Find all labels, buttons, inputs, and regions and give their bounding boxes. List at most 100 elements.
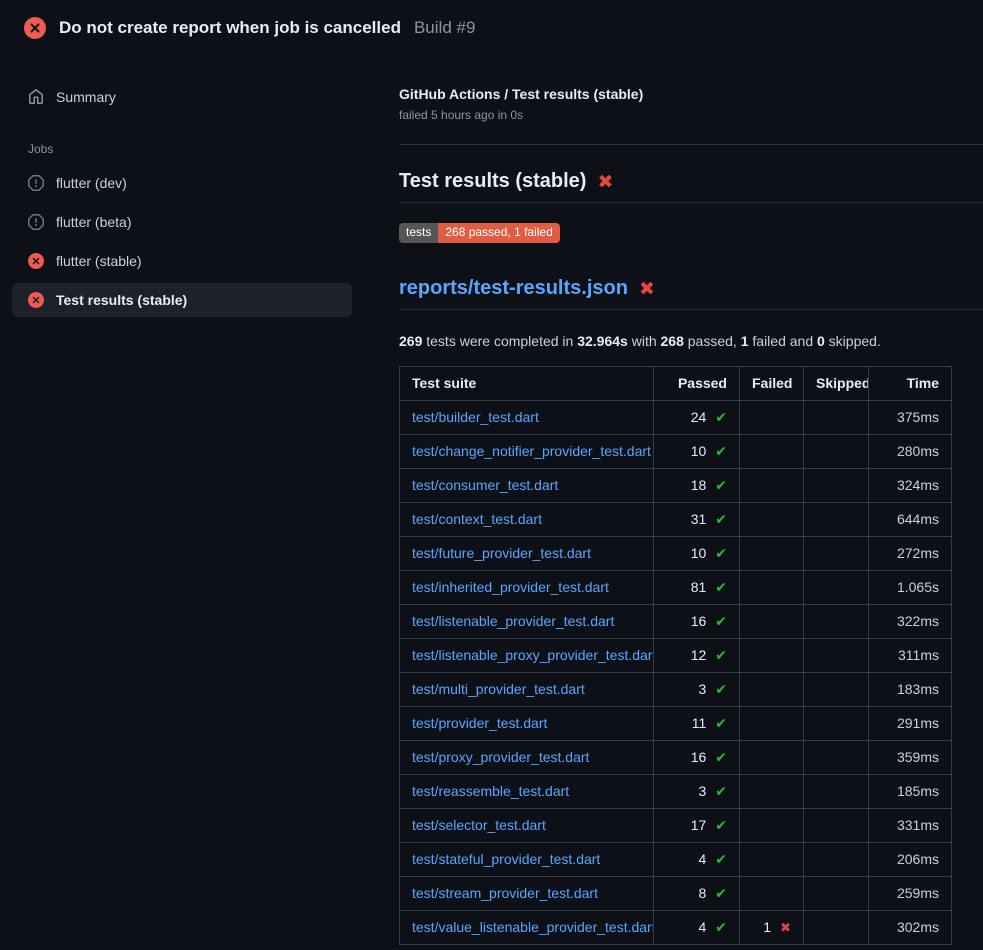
cell-time: 644ms bbox=[869, 503, 952, 537]
test-suite-link[interactable]: test/stateful_provider_test.dart bbox=[412, 851, 600, 867]
sidebar-job-item[interactable]: flutter (stable) bbox=[12, 244, 352, 278]
cell-failed bbox=[740, 605, 804, 639]
test-suite-link[interactable]: test/multi_provider_test.dart bbox=[412, 681, 585, 697]
sidebar-item-summary[interactable]: Summary bbox=[12, 80, 352, 114]
cell-passed: 10✔ bbox=[654, 435, 740, 469]
badge-value: 268 passed, 1 failed bbox=[438, 223, 559, 243]
count-value: 3 bbox=[698, 783, 710, 799]
cell-skipped bbox=[804, 401, 869, 435]
cell-time: 280ms bbox=[869, 435, 952, 469]
summary-number: 0 bbox=[817, 333, 825, 349]
test-suite-link[interactable]: test/provider_test.dart bbox=[412, 715, 547, 731]
table-row: test/multi_provider_test.dart3✔183ms bbox=[400, 673, 952, 707]
cell-time: 331ms bbox=[869, 809, 952, 843]
test-results-table: Test suite Passed Failed Skipped Time te… bbox=[399, 366, 952, 945]
summary-number: 268 bbox=[661, 333, 684, 349]
count-value: 24 bbox=[691, 409, 711, 425]
cell-test-suite: test/builder_test.dart bbox=[400, 401, 654, 435]
test-suite-link[interactable]: test/reassemble_test.dart bbox=[412, 783, 569, 799]
cell-failed: 1✖ bbox=[740, 911, 804, 945]
test-suite-link[interactable]: test/inherited_provider_test.dart bbox=[412, 579, 609, 595]
cell-passed: 8✔ bbox=[654, 877, 740, 911]
test-suite-link[interactable]: test/selector_test.dart bbox=[412, 817, 546, 833]
sidebar-job-item[interactable]: Test results (stable) bbox=[12, 283, 352, 317]
check-icon: ✔ bbox=[715, 579, 727, 595]
cell-skipped bbox=[804, 741, 869, 775]
sidebar-job-item[interactable]: flutter (beta) bbox=[12, 205, 352, 239]
test-suite-link[interactable]: test/listenable_provider_test.dart bbox=[412, 613, 614, 629]
check-icon: ✔ bbox=[715, 749, 727, 765]
cell-passed: 16✔ bbox=[654, 741, 740, 775]
page-layout: Summary Jobs flutter (dev)flutter (beta)… bbox=[0, 56, 983, 945]
count-value: 10 bbox=[691, 443, 711, 459]
cell-test-suite: test/value_listenable_provider_test.dart bbox=[400, 911, 654, 945]
tests-badge: tests 268 passed, 1 failed bbox=[399, 223, 560, 243]
table-row: test/value_listenable_provider_test.dart… bbox=[400, 911, 952, 945]
jobs-list: flutter (dev) flutter (beta) flutter (stab… bbox=[12, 166, 375, 317]
cancelled-status-icon bbox=[28, 214, 44, 230]
table-row: test/proxy_provider_test.dart 16✔ 359ms bbox=[400, 741, 952, 775]
cell-failed bbox=[740, 571, 804, 605]
table-row: test/inherited_provider_test.dart81✔1.06… bbox=[400, 571, 952, 605]
test-suite-link[interactable]: test/change_notifier_provider_test.dart bbox=[412, 443, 651, 459]
table-row: test/consumer_test.dart 18✔ 324ms bbox=[400, 469, 952, 503]
check-icon: ✔ bbox=[715, 715, 727, 731]
table-row: test/reassemble_test.dart3✔185ms bbox=[400, 775, 952, 809]
test-suite-link[interactable]: test/listenable_proxy_provider_test.dart bbox=[412, 647, 654, 663]
check-icon: ✔ bbox=[715, 681, 727, 697]
cell-test-suite: test/listenable_proxy_provider_test.dart bbox=[400, 639, 654, 673]
cell-skipped bbox=[804, 775, 869, 809]
cell-passed: 18✔ bbox=[654, 469, 740, 503]
x-icon: ✖ bbox=[780, 920, 791, 935]
count-value: 31 bbox=[691, 511, 711, 527]
summary-text: tests were completed in bbox=[422, 333, 577, 349]
cell-failed bbox=[740, 809, 804, 843]
cell-time: 359ms bbox=[869, 741, 952, 775]
cell-time: 302ms bbox=[869, 911, 952, 945]
page-header: Do not create report when job is cancell… bbox=[0, 0, 983, 56]
cell-test-suite: test/provider_test.dart bbox=[400, 707, 654, 741]
section-heading-text: Test results (stable) bbox=[399, 170, 586, 193]
cell-time: 324ms bbox=[869, 469, 952, 503]
count-value: 3 bbox=[698, 681, 710, 697]
cancelled-status-icon bbox=[28, 175, 44, 191]
test-suite-link[interactable]: test/future_provider_test.dart bbox=[412, 545, 591, 561]
check-icon: ✔ bbox=[715, 613, 727, 629]
cell-failed bbox=[740, 707, 804, 741]
check-icon: ✔ bbox=[715, 545, 727, 561]
table-header-row: Test suite Passed Failed Skipped Time bbox=[400, 367, 952, 401]
check-icon: ✔ bbox=[715, 851, 727, 867]
cell-test-suite: test/multi_provider_test.dart bbox=[400, 673, 654, 707]
cell-time: 1.065s bbox=[869, 571, 952, 605]
cell-failed bbox=[740, 843, 804, 877]
badge-label: tests bbox=[399, 223, 438, 243]
table-row: test/builder_test.dart24✔375ms bbox=[400, 401, 952, 435]
cell-test-suite: test/proxy_provider_test.dart bbox=[400, 741, 654, 775]
count-value: 17 bbox=[691, 817, 711, 833]
header-divider bbox=[399, 144, 983, 145]
count-value: 18 bbox=[691, 477, 711, 493]
test-suite-link[interactable]: test/proxy_provider_test.dart bbox=[412, 749, 589, 765]
count-value: 16 bbox=[691, 613, 711, 629]
cell-passed: 11✔ bbox=[654, 707, 740, 741]
sidebar-job-item[interactable]: flutter (dev) bbox=[12, 166, 352, 200]
check-icon: ✔ bbox=[715, 443, 727, 459]
column-header-test-suite: Test suite bbox=[400, 367, 654, 401]
test-suite-link[interactable]: test/value_listenable_provider_test.dart bbox=[412, 919, 654, 935]
count-value: 16 bbox=[691, 749, 711, 765]
test-suite-link[interactable]: test/stream_provider_test.dart bbox=[412, 885, 598, 901]
test-suite-link[interactable]: test/context_test.dart bbox=[412, 511, 542, 527]
summary-number: 269 bbox=[399, 333, 422, 349]
count-value: 4 bbox=[698, 851, 710, 867]
cell-test-suite: test/change_notifier_provider_test.dart bbox=[400, 435, 654, 469]
test-suite-link[interactable]: test/builder_test.dart bbox=[412, 409, 539, 425]
cell-skipped bbox=[804, 639, 869, 673]
cross-mark-icon: ✖ bbox=[597, 173, 613, 192]
test-suite-link[interactable]: test/consumer_test.dart bbox=[412, 477, 558, 493]
report-file-link[interactable]: reports/test-results.json bbox=[399, 277, 628, 300]
table-row: test/stateful_provider_test.dart4✔206ms bbox=[400, 843, 952, 877]
cell-skipped bbox=[804, 673, 869, 707]
cell-failed bbox=[740, 639, 804, 673]
cell-skipped bbox=[804, 843, 869, 877]
failed-status-icon bbox=[24, 17, 46, 39]
